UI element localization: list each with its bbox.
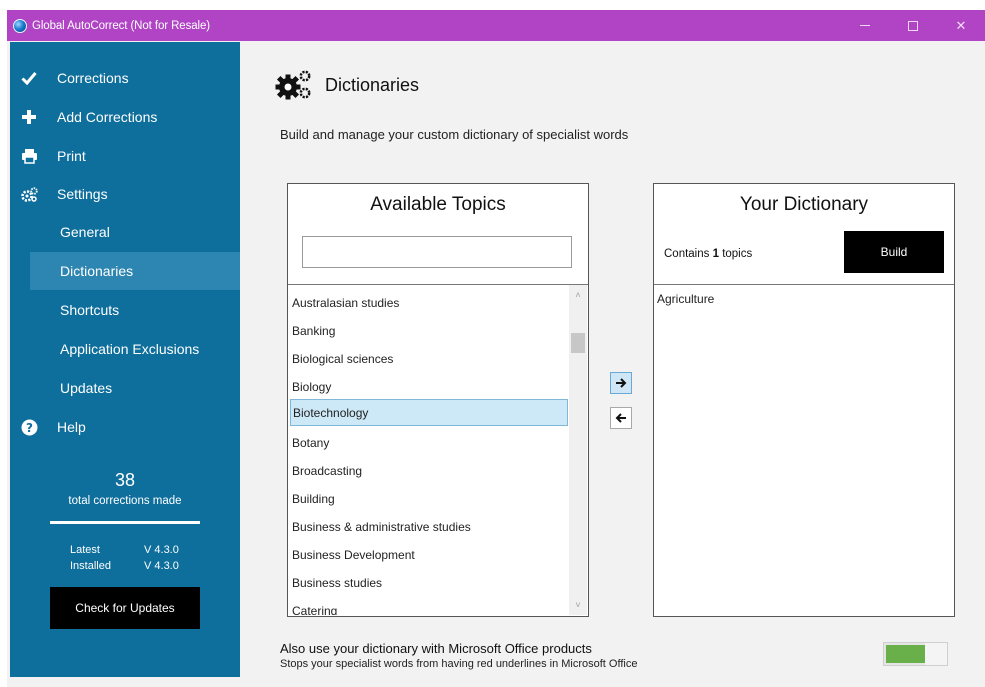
sidebar-item-label: Add Corrections <box>57 109 158 125</box>
office-option: Also use your dictionary with Microsoft … <box>280 641 637 670</box>
question-circle-icon: ? <box>20 418 38 436</box>
topic-item[interactable]: Botany <box>290 429 568 456</box>
arrow-right-icon <box>616 378 627 388</box>
sidebar-item-label: General <box>60 224 110 240</box>
sidebar-item-label: Shortcuts <box>60 302 120 318</box>
globe-icon <box>13 18 27 33</box>
corrections-count-label: total corrections made <box>68 495 182 507</box>
topic-search-input[interactable] <box>302 236 572 268</box>
office-toggle[interactable] <box>883 642 948 666</box>
sidebar-item-label: Help <box>57 419 86 435</box>
page-title: Dictionaries <box>325 74 420 95</box>
sidebar-item-corrections[interactable]: Corrections <box>10 59 240 97</box>
scroll-thumb[interactable] <box>571 333 585 353</box>
close-icon: ✕ <box>955 17 967 33</box>
window-controls: ✕ <box>841 10 985 41</box>
page-subtitle: Build and manage your custom dictionary … <box>280 127 629 142</box>
office-option-description: Stops your specialist words from having … <box>280 658 638 670</box>
svg-text:?: ? <box>26 421 33 435</box>
office-option-title: Also use your dictionary with Microsoft … <box>280 641 592 656</box>
latest-version-value: V 4.3.0 <box>144 544 179 556</box>
dictionary-count-text: Contains 1 topics <box>664 248 752 260</box>
sidebar-item-updates[interactable]: Updates <box>30 369 240 407</box>
topic-item[interactable]: Broadcasting <box>290 457 568 484</box>
maximize-button[interactable] <box>889 10 937 41</box>
topic-item[interactable]: Business & administrative studies <box>290 513 568 540</box>
topic-item[interactable]: Business studies <box>290 569 568 596</box>
sidebar: Corrections Add Corrections Print Settin… <box>10 42 240 677</box>
corrections-stats: 38 total corrections made <box>50 470 200 507</box>
sidebar-item-add-corrections[interactable]: Add Corrections <box>10 98 240 136</box>
maximize-icon <box>908 20 918 31</box>
toggle-fill <box>886 645 927 663</box>
topic-item-selected[interactable]: Biotechnology <box>290 399 568 426</box>
close-button[interactable]: ✕ <box>937 10 985 41</box>
topic-item[interactable]: Biological sciences <box>290 345 568 372</box>
version-info: Latest V 4.3.0 Installed V 4.3.0 <box>70 542 179 574</box>
corrections-count: 38 <box>114 470 136 490</box>
scroll-up-icon[interactable]: ˄ <box>569 287 587 303</box>
sidebar-item-shortcuts[interactable]: Shortcuts <box>30 291 240 329</box>
dictionary-item[interactable]: Agriculture <box>657 292 714 306</box>
topic-item[interactable]: Business Development <box>290 541 568 568</box>
minimize-icon <box>860 25 870 26</box>
add-topic-button[interactable] <box>610 372 632 394</box>
sidebar-item-label: Print <box>57 148 86 164</box>
topic-item[interactable]: Biology <box>290 373 568 400</box>
sidebar-item-help[interactable]: ? Help <box>10 408 240 446</box>
toggle-knob[interactable] <box>925 643 947 665</box>
sidebar-item-label: Corrections <box>57 70 129 86</box>
scroll-down-icon[interactable]: ˅ <box>569 597 587 613</box>
sidebar-item-settings[interactable]: Settings <box>10 175 240 213</box>
arrow-left-icon <box>615 413 626 423</box>
sidebar-item-application-exclusions[interactable]: Application Exclusions <box>30 330 240 368</box>
topic-item[interactable]: Catering <box>290 597 568 616</box>
gears-icon <box>275 70 311 100</box>
title-bar: Global AutoCorrect (Not for Resale) ✕ <box>7 10 985 41</box>
minimize-button[interactable] <box>841 10 889 41</box>
printer-icon <box>20 147 38 165</box>
build-button[interactable]: Build <box>844 231 944 273</box>
sidebar-item-general[interactable]: General <box>30 213 240 251</box>
check-for-updates-button[interactable]: Check for Updates <box>50 587 200 629</box>
topic-list: Australasian studies Banking Biological … <box>288 285 569 615</box>
sidebar-item-label: Updates <box>60 380 113 396</box>
latest-version-label: Latest <box>70 544 100 556</box>
sidebar-item-label: Settings <box>57 186 108 202</box>
remove-topic-button[interactable] <box>610 407 632 429</box>
window-title: Global AutoCorrect (Not for Resale) <box>32 19 211 32</box>
topic-item[interactable]: Banking <box>290 317 568 344</box>
stats-divider <box>50 521 200 524</box>
check-icon <box>20 69 38 87</box>
count-suffix: topics <box>719 248 753 260</box>
sidebar-item-label: Dictionaries <box>60 263 134 279</box>
available-topics-title: Available Topics <box>370 194 506 215</box>
available-topics-panel: Available Topics Australasian studies Ba… <box>287 183 589 617</box>
installed-version-label: Installed <box>70 560 111 572</box>
topic-item[interactable]: Australasian studies <box>290 289 568 316</box>
plus-icon <box>20 108 38 126</box>
sidebar-item-dictionaries[interactable]: Dictionaries <box>30 252 240 290</box>
gears-icon <box>20 185 38 203</box>
topic-list-scrollbar[interactable]: ˄ ˅ <box>569 285 587 615</box>
count-prefix: Contains <box>664 248 713 260</box>
sidebar-item-label: Application Exclusions <box>60 341 200 357</box>
page-header: Dictionaries <box>275 68 419 102</box>
installed-version-value: V 4.3.0 <box>144 560 179 572</box>
your-dictionary-panel: Your Dictionary Contains 1 topics Build … <box>653 183 955 617</box>
panel-divider <box>654 284 954 285</box>
your-dictionary-title: Your Dictionary <box>739 194 869 215</box>
topic-item[interactable]: Building <box>290 485 568 512</box>
sidebar-item-print[interactable]: Print <box>10 137 240 175</box>
